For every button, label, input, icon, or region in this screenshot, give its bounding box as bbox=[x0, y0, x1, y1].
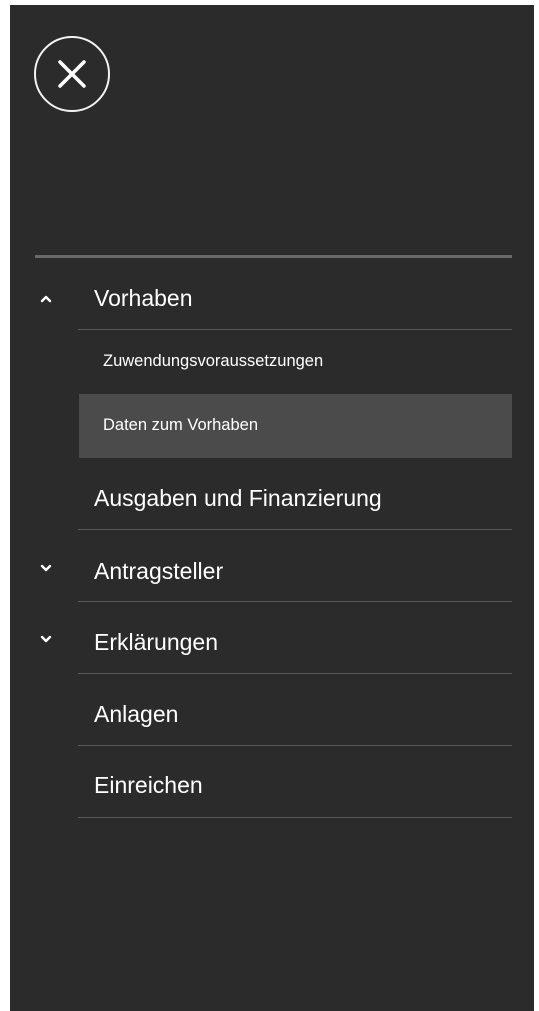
navigation-drawer: Vorhaben Zuwendungsvoraussetzungen Daten… bbox=[10, 5, 534, 1011]
close-button[interactable] bbox=[34, 36, 110, 112]
subitem-label: Zuwendungsvoraussetzungen bbox=[103, 352, 324, 370]
nav-item-label: Ausgaben und Finanzierung bbox=[94, 485, 382, 511]
nav-item-erklaerungen[interactable]: Erklärungen bbox=[78, 602, 512, 674]
nav-item-label: Antragsteller bbox=[94, 558, 224, 584]
nav-item-einreichen[interactable]: Einreichen bbox=[78, 746, 512, 818]
close-icon bbox=[58, 60, 86, 88]
top-divider bbox=[35, 255, 512, 258]
nav-item-ausgaben-und-finanzierung[interactable]: Ausgaben und Finanzierung bbox=[78, 458, 512, 530]
nav-item-label: Anlagen bbox=[94, 701, 179, 727]
subitem-label: Daten zum Vorhaben bbox=[103, 416, 259, 434]
chevron-up-icon[interactable] bbox=[39, 294, 53, 304]
nav-item-label: Einreichen bbox=[94, 772, 203, 798]
chevron-down-icon[interactable] bbox=[39, 563, 53, 573]
nav-item-antragsteller[interactable]: Antragsteller bbox=[78, 530, 512, 602]
nav-item-label: Erklärungen bbox=[94, 629, 219, 655]
chevron-down-icon[interactable] bbox=[39, 634, 53, 644]
nav-item-anlagen[interactable]: Anlagen bbox=[78, 674, 512, 746]
subitem-zuwendungsvoraussetzungen[interactable]: Zuwendungsvoraussetzungen bbox=[79, 330, 512, 394]
nav-item-vorhaben[interactable]: Vorhaben bbox=[78, 262, 512, 330]
subitem-daten-zum-vorhaben[interactable]: Daten zum Vorhaben bbox=[79, 394, 512, 458]
nav-item-label: Vorhaben bbox=[94, 285, 193, 311]
